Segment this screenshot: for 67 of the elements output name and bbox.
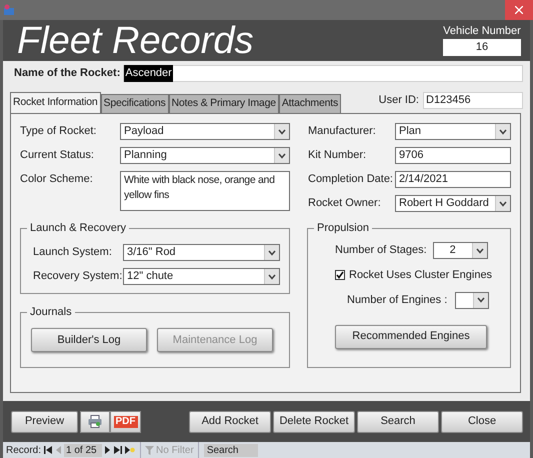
name-field[interactable]: Ascender xyxy=(123,65,523,82)
button[interactable]: Add Rocket xyxy=(189,410,271,433)
next-record-icon[interactable] xyxy=(105,446,112,454)
user-id-label: User ID: xyxy=(378,93,419,108)
chevron-down-icon xyxy=(268,250,276,256)
app-icon xyxy=(3,4,15,16)
chevron-down-icon xyxy=(278,128,286,135)
printer-icon xyxy=(88,415,102,428)
text-field[interactable]: 2/14/2021 xyxy=(395,171,511,188)
chevron-down-icon xyxy=(278,152,286,159)
new-record-icon[interactable] xyxy=(125,446,136,454)
chevron-down-icon xyxy=(477,297,486,304)
dropdown[interactable]: 2 xyxy=(432,242,488,260)
close-button[interactable] xyxy=(505,0,533,20)
vehicle-number-label: Vehicle Number xyxy=(443,26,521,37)
field-label: Type of Rocket: xyxy=(20,124,98,140)
print-button[interactable] xyxy=(80,410,110,433)
text-field[interactable]: 9706 xyxy=(395,147,511,164)
field-label: Number of Engines : xyxy=(347,292,448,308)
dropdown[interactable]: Plan xyxy=(395,123,511,140)
dropdown[interactable]: 3/16" Rod xyxy=(123,244,280,262)
field-label: Completion Date: xyxy=(308,172,394,188)
dropdown[interactable]: Payload xyxy=(120,123,290,140)
group-title: Propulsion xyxy=(314,221,372,236)
chevron-down-icon xyxy=(499,200,507,207)
tab[interactable]: Attachments xyxy=(278,94,342,114)
field-label: Recovery System: xyxy=(33,269,123,284)
checkbox[interactable] xyxy=(335,270,345,280)
button[interactable]: Close xyxy=(441,410,523,433)
field-label: Color Scheme: xyxy=(20,172,94,188)
group-title: Launch & Recovery xyxy=(27,221,129,236)
button[interactable]: Builder's Log xyxy=(31,328,147,352)
last-record-icon[interactable] xyxy=(114,446,122,454)
field-label: Number of Stages: xyxy=(335,243,427,258)
name-value: Ascender xyxy=(124,65,173,82)
field-label: Manufacturer: xyxy=(308,124,377,140)
vehicle-number-field[interactable]: 16 xyxy=(443,38,521,56)
tab[interactable]: Notes & Primary Image xyxy=(168,94,279,114)
field-label: Current Status: xyxy=(20,148,95,164)
name-label: Name of the Rocket: xyxy=(14,66,120,82)
dropdown[interactable] xyxy=(455,292,490,309)
dropdown[interactable]: 12" chute xyxy=(123,268,280,286)
dropdown[interactable]: Planning xyxy=(120,147,290,164)
button[interactable]: Recommended Engines xyxy=(335,324,487,349)
field-label: Launch System: xyxy=(33,245,113,260)
chevron-down-icon xyxy=(476,248,484,254)
record-label: Record: xyxy=(6,444,42,458)
dropdown[interactable]: Robert H Goddard xyxy=(395,195,511,212)
field-label: Kit Number: xyxy=(308,148,368,164)
button[interactable]: Search xyxy=(357,410,439,433)
tab[interactable]: Specifications xyxy=(100,94,169,114)
field-label: Rocket Owner: xyxy=(308,196,382,212)
first-record-icon[interactable] xyxy=(44,446,52,454)
close-icon xyxy=(515,6,523,14)
search-field[interactable]: Search xyxy=(204,444,258,457)
form-title: Fleet Records xyxy=(17,22,254,60)
button[interactable]: Delete Rocket xyxy=(273,410,355,433)
user-id-field[interactable]: D123456 xyxy=(423,92,523,110)
checkbox-label: Rocket Uses Cluster Engines xyxy=(349,268,492,284)
button[interactable]: Preview xyxy=(11,410,78,433)
filter-icon xyxy=(145,446,154,455)
text-area[interactable]: White with black nose, orange and yellow fins xyxy=(120,171,290,212)
pdf-button[interactable]: PDF xyxy=(110,410,141,433)
tab[interactable]: Rocket Information xyxy=(10,92,101,114)
chevron-down-icon xyxy=(499,128,507,135)
record-position-field[interactable]: 1 of 25 xyxy=(64,444,102,457)
chevron-down-icon xyxy=(268,274,276,280)
